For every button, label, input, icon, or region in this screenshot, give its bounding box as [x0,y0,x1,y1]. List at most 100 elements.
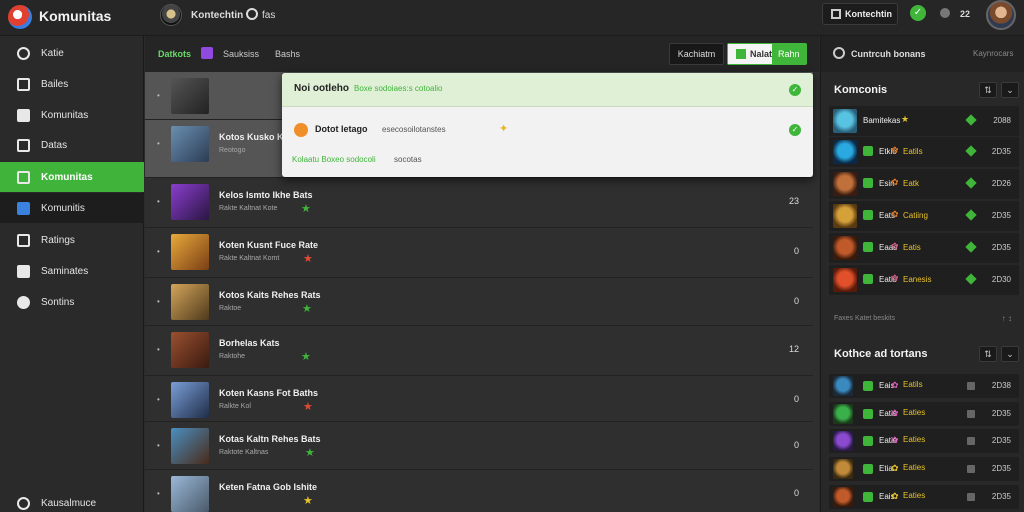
row-title[interactable]: Koten Kusnt Fuce Rate [219,240,318,250]
flower-icon: ✿ [891,408,899,418]
toolbar-button[interactable]: Kachiatm [669,43,724,65]
list-item[interactable]: Eatls ✿ Eanesis 2D30 [829,265,1019,295]
section-title-kothce: Kothce ad tortans [834,348,928,360]
list-item[interactable]: Eaas ✿ Eatis 2D35 [829,233,1019,263]
sidebar-item-sontins[interactable]: Sontins [0,287,144,317]
square-icon [967,465,975,473]
sidebar-item-label: Katie [41,48,64,59]
row-title[interactable]: Borhelas Kats [219,338,280,348]
star-icon[interactable]: ★ [302,302,312,315]
sidebar-item-ratings[interactable]: Ratings [0,225,144,255]
check-icon[interactable]: ✓ [910,5,926,21]
check-icon[interactable]: ✓ [789,84,801,96]
row-bullet: • [157,441,160,450]
new-post-button[interactable]: Nalat Rahn [727,43,807,65]
tab-bashs[interactable]: Bashs [275,49,300,59]
chevron-down-icon[interactable]: ⌄ [1001,346,1019,362]
row-bullet: • [157,91,160,100]
row-thumbnail[interactable] [171,428,209,464]
diamond-icon [965,177,977,189]
section-title-komconis: Komconis [834,84,888,96]
star-icon[interactable]: ★ [303,252,313,265]
sidebar-item-datas[interactable]: Datas [0,130,144,160]
filter-badge-icon[interactable] [201,47,213,59]
row-thumbnail[interactable] [171,126,209,162]
star-icon[interactable]: ★ [303,400,313,413]
row-title[interactable]: Kotos Kusko Kal [219,132,291,142]
chevron-down-icon[interactable]: ⌄ [1001,82,1019,98]
star-icon[interactable]: ★ [301,350,311,363]
more-link[interactable]: Faxes Katet beskits [834,315,895,322]
table-row[interactable]: • Kelos Ismto Ikhe Bats Rakte Kaltnat Kote… [145,178,813,228]
list-item-tag: Eatils [903,147,923,156]
row-thumbnail[interactable] [171,476,209,512]
list-item[interactable]: Etkic ✿ Eatils 2D35 [829,137,1019,167]
notification-popup[interactable]: Noi ootleho Boxe sodoiaes:s cotoalio ✓ D… [282,73,813,177]
sidebar-item-komunitis[interactable]: Komunitis [0,193,144,223]
list-item[interactable]: Eats ✿ Catiing 2D35 [829,201,1019,231]
row-title[interactable]: Kotas Kaltn Rehes Bats [219,434,321,444]
list-item[interactable]: Eatis ✿ Eaties 2D35 [829,402,1019,426]
sidebar-item-komunitas-active[interactable]: Komunitas [0,162,144,192]
list-item[interactable]: Eatie ✿ Eaties 2D35 [829,429,1019,453]
gear-icon[interactable] [246,8,258,20]
list-item[interactable]: Eais ✿ Eaties 2D35 [829,485,1019,509]
list-item-tag: Eatils [903,380,923,389]
status-badge [863,381,873,391]
top-action-button[interactable]: Kontechtin [822,3,898,25]
star-icon[interactable]: ★ [303,494,313,507]
star-icon[interactable]: ★ [301,202,311,215]
popup-footer-link[interactable]: Kolaatu Boxeo sodocoli [292,155,376,164]
sidebar-item-komunitas[interactable]: Komunitas [0,100,144,130]
row-subtitle: Raktohe [219,353,246,360]
list-item[interactable]: Bamitekas ★ 2088 [829,106,1019,136]
right-panel-link[interactable]: Kaynrocars [973,49,1013,58]
table-row[interactable]: • Borhelas Kats Raktohe ★ 12 [145,326,813,376]
bell-icon[interactable] [940,8,950,18]
profile-avatar[interactable] [986,0,1016,30]
row-thumbnail[interactable] [171,382,209,418]
row-thumbnail[interactable] [171,78,209,114]
table-row[interactable]: • Koten Kusnt Fuce Rate Rakte Kaltnat Komt… [145,228,813,278]
plus-icon [736,49,746,59]
list-item[interactable]: Etia ✿ Eaties 2D35 [829,457,1019,481]
avatar [833,236,857,260]
star-icon[interactable]: ★ [305,446,315,459]
list-item-tag: Eaties [903,491,926,500]
list-item[interactable]: Eais ✿ Eatils 2D38 [829,374,1019,398]
table-row[interactable]: • Kotas Kaltn Rehes Bats Raktote Kaltnas ★ 0 [145,422,813,470]
row-thumbnail[interactable] [171,284,209,320]
sidebar-item-katie[interactable]: Katie [0,38,144,68]
sidebar-item-saminates[interactable]: Saminates [0,256,144,286]
list-item-name: Bamitekas [863,116,901,125]
user-avatar-small[interactable] [160,4,182,26]
row-title[interactable]: Kelos Ismto Ikhe Bats [219,190,313,200]
check-icon[interactable]: ✓ [789,124,801,136]
sort-icon[interactable]: ⇅ [979,82,997,98]
list-item[interactable]: Esin ✿ Eatk 2D26 [829,169,1019,199]
row-title[interactable]: Koten Kasns Fot Baths [219,388,318,398]
sidebar: Katie Bailes Komunitas Datas Komunitas K… [0,36,144,512]
star-icon: ★ [901,114,910,124]
status-badge [863,210,873,220]
row-thumbnail[interactable] [171,332,209,368]
row-title[interactable]: Kotos Kaits Rehes Rats [219,290,321,300]
more-controls[interactable]: ↑ ↕ [1002,314,1012,323]
sort-icon[interactable]: ⇅ [979,346,997,362]
tab-sauksiss[interactable]: Sauksiss [223,49,259,59]
flower-icon: ✿ [891,380,899,390]
table-row[interactable]: • Koten Kasns Fot Baths Ralkte Kol ★ 0 [145,376,813,422]
table-row[interactable]: • Keten Fatna Gob Ishite ★ 0 [145,470,813,512]
row-bullet: • [157,197,160,206]
top-user-name[interactable]: Kontechtin [191,10,243,21]
table-row[interactable]: • Kotos Kaits Rehes Rats Raktoe ★ 0 [145,278,813,326]
sidebar-footer[interactable]: Kausalmuce [0,494,144,512]
row-thumbnail[interactable] [171,234,209,270]
row-thumbnail[interactable] [171,184,209,220]
tab-datkots[interactable]: Datkots [158,49,191,59]
sidebar-item-bailes[interactable]: Bailes [0,69,144,99]
row-bullet: • [157,139,160,148]
row-title[interactable]: Keten Fatna Gob Ishite [219,482,317,492]
app-logo-icon[interactable] [8,5,32,29]
top-settings-label[interactable]: fas [262,10,275,21]
